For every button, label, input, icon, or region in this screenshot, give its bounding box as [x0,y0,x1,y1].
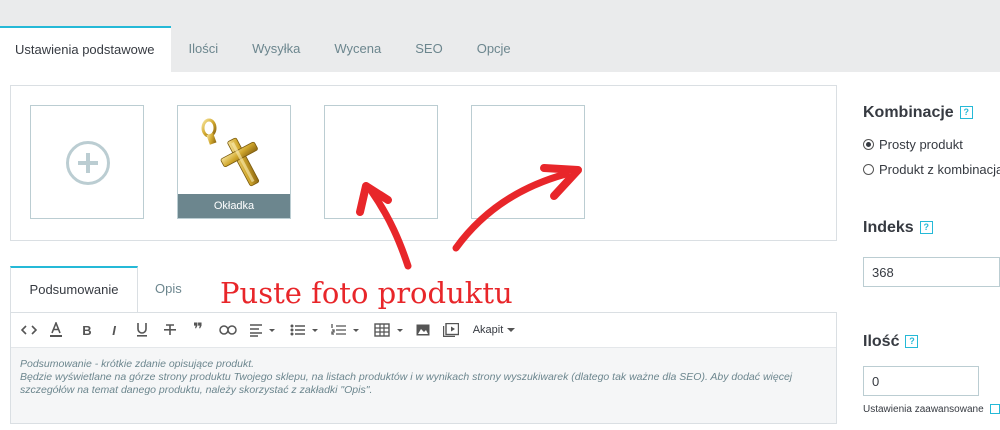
plus-icon [66,141,110,185]
external-link-icon [990,404,1000,415]
link-icon[interactable] [219,322,237,338]
media-icon[interactable] [443,322,459,338]
tab-basic-settings[interactable]: Ustawienia podstawowe [0,26,172,72]
numbered-list-icon[interactable] [331,322,359,338]
tab-description[interactable]: Opis [155,266,182,312]
tab-pricing[interactable]: Wycena [317,26,398,72]
table-icon[interactable] [374,322,404,338]
radio-simple-product[interactable]: Prosty produkt [863,137,963,152]
help-icon[interactable]: ? [905,335,919,349]
advanced-settings-label: Ustawienia zaawansowane [863,404,984,415]
index-heading: Indeks? [863,219,933,237]
tab-options[interactable]: Opcje [460,26,528,72]
blockquote-icon[interactable]: ❞ [191,320,205,339]
radio-unchecked-icon [863,164,874,175]
gold-cross-pendant-image [201,118,260,187]
radio-label: Prosty produkt [879,137,963,152]
align-dropdown-icon[interactable] [249,322,275,338]
radio-label: Produkt z kombinacja [879,162,1000,177]
help-icon[interactable]: ? [919,221,933,235]
image-icon[interactable] [416,322,430,338]
bold-icon[interactable]: B [81,322,93,338]
underline-icon[interactable] [135,322,149,338]
product-tabs: Ustawienia podstawowe Ilości Wysyłka Wyc… [0,26,528,72]
tab-quantities[interactable]: Ilości [171,26,235,72]
combinations-title: Kombinacje [863,104,954,121]
radio-checked-icon [863,139,874,150]
index-input[interactable]: 368 [863,257,1000,287]
italic-icon[interactable]: I [108,322,120,338]
bullet-list-icon[interactable] [290,322,318,338]
quantity-heading: Ilość? [863,333,919,351]
cover-label: Okładka [178,194,290,218]
quantity-input[interactable]: 0 [863,366,979,396]
add-image-button[interactable] [30,105,144,219]
tab-shipping[interactable]: Wysyłka [235,26,317,72]
product-image-cover[interactable]: Okładka [177,105,291,219]
quantity-title: Ilość [863,333,900,350]
strikethrough-icon[interactable] [163,322,177,338]
editor-toolbar: B I ❞ Akapit [11,313,836,348]
text-color-icon[interactable] [49,322,63,338]
paragraph-format-label: Akapit [472,324,504,336]
radio-product-with-combinations[interactable]: Produkt z kombinacja [863,162,1000,177]
tab-seo[interactable]: SEO [398,26,459,72]
summary-editor: B I ❞ Akapit Podsumowanie - krótkie zdan… [10,312,837,424]
combinations-heading: Kombinacje? [863,104,973,122]
index-title: Indeks [863,219,914,236]
advanced-settings-link[interactable]: Ustawienia zaawansowane [863,404,1000,415]
editor-content-area[interactable]: Podsumowanie - krótkie zdanie opisujące … [11,348,836,423]
summary-placeholder-text: Podsumowanie - krótkie zdanie opisujące … [20,358,793,396]
tab-summary[interactable]: Podsumowanie [10,266,138,312]
paragraph-format-dropdown[interactable]: Akapit [471,322,517,338]
source-code-icon[interactable] [21,322,37,338]
annotation-text: Puste foto produktu [220,276,513,310]
red-arrows-annotation [356,164,582,270]
help-icon[interactable]: ? [959,106,973,120]
